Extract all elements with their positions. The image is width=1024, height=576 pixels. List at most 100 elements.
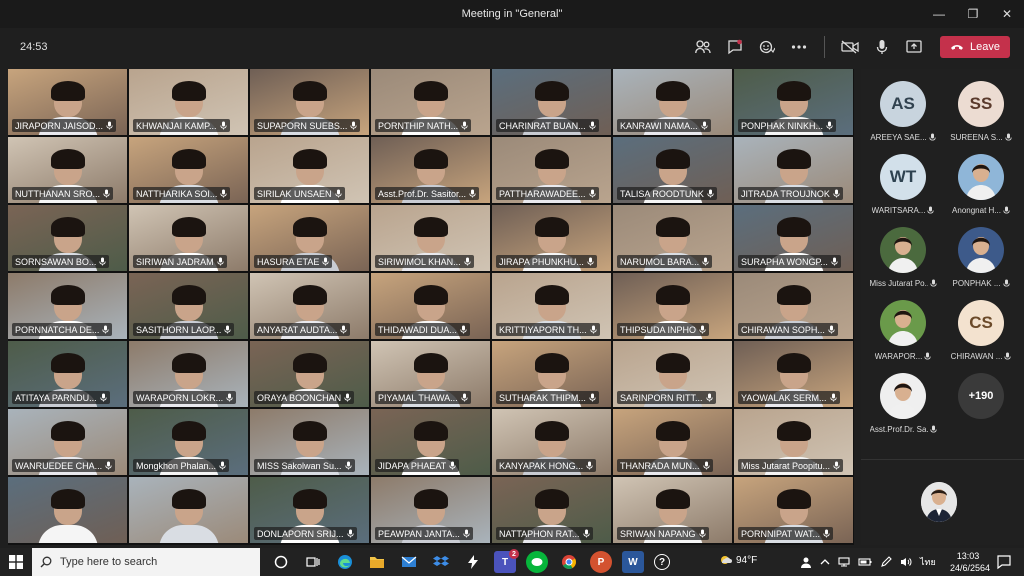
participant-tile[interactable]: KANRAWI NAMA... xyxy=(613,69,732,135)
participant-tile[interactable]: ORAYA BOONCHAN xyxy=(250,341,369,407)
camera-off-icon[interactable] xyxy=(839,36,861,58)
participant-tile[interactable]: WARAPORN LOKR... xyxy=(129,341,248,407)
participant-tile[interactable]: KHWANJAI KAMP... xyxy=(129,69,248,135)
taskbar-clock[interactable]: 13:03 24/6/2564 xyxy=(950,550,990,574)
roster-participant[interactable]: CS CHIRAWAN ... xyxy=(942,300,1020,370)
participant-tile[interactable]: DONLAPORN SRIJ... xyxy=(250,477,369,543)
participant-tile[interactable]: SIRIWAN JADRAM xyxy=(129,205,248,271)
participant-tile[interactable]: PORNNIPAT WAT... xyxy=(734,477,853,543)
roster-participant[interactable]: WT WARITSARA... xyxy=(864,154,942,224)
participant-tile[interactable]: JITRADA TROUJNOK xyxy=(734,137,853,203)
chat-icon[interactable] xyxy=(724,36,746,58)
participant-tile[interactable]: SIRIWIMOL KHAN... xyxy=(371,205,490,271)
leave-button[interactable]: Leave xyxy=(940,36,1010,58)
participants-icon[interactable] xyxy=(692,36,714,58)
participant-tile[interactable]: Asst.Prof.Dr. Sasitor... xyxy=(371,137,490,203)
task-view-icon[interactable] xyxy=(302,551,324,573)
notification-icon[interactable] xyxy=(996,554,1012,570)
self-view[interactable] xyxy=(861,459,1024,545)
participant-tile[interactable]: Mongkhon Phalan... xyxy=(129,409,248,475)
participant-tile[interactable]: THIPSUDA INPHO xyxy=(613,273,732,339)
roster-participant[interactable]: Asst.Prof.Dr. Sa... xyxy=(864,373,942,443)
file-explorer-icon[interactable] xyxy=(366,551,388,573)
participant-tile[interactable]: SUPAPORN SUEBS... xyxy=(250,69,369,135)
help-icon[interactable]: ? xyxy=(654,554,670,570)
participant-tile[interactable]: JIDAPA PHAEAT xyxy=(371,409,490,475)
participant-tile[interactable]: KANYAPAK HONG... xyxy=(492,409,611,475)
participant-tile[interactable]: CHARINRAT BUAN... xyxy=(492,69,611,135)
participant-tile[interactable]: PONPHAK NINKH... xyxy=(734,69,853,135)
participant-tile[interactable]: THANRADA MUN... xyxy=(613,409,732,475)
participant-tile[interactable]: ATITAYA PARNDU... xyxy=(8,341,127,407)
dropbox-icon[interactable] xyxy=(430,551,452,573)
teams-icon[interactable]: T2 xyxy=(494,549,519,573)
participant-tile[interactable]: JIRAPA PHUNKHU... xyxy=(492,205,611,271)
participant-tile[interactable]: MISS Sakolwan Su... xyxy=(250,409,369,475)
participant-tile[interactable]: NATTAPHON RAT... xyxy=(492,477,611,543)
participant-tile[interactable]: JIRAPORN JAISOD... xyxy=(8,69,127,135)
participant-tile[interactable]: NARUMOL BARA... xyxy=(613,205,732,271)
tray-person-icon[interactable] xyxy=(800,556,812,568)
search-icon xyxy=(40,556,52,568)
participant-tile[interactable]: PEAWPAN JANTA... xyxy=(371,477,490,543)
participant-tile[interactable]: SARINPORN RITT... xyxy=(613,341,732,407)
app-lightning-icon[interactable] xyxy=(462,551,484,573)
word-icon[interactable]: W xyxy=(622,551,644,573)
participant-tile[interactable]: PORNNATCHA DE... xyxy=(8,273,127,339)
participant-tile[interactable]: SORNSAWAN BO... xyxy=(8,205,127,271)
taskbar-search[interactable]: Type here to search xyxy=(32,548,260,576)
language-indicator[interactable]: ไทย xyxy=(920,555,936,569)
participant-tile[interactable]: WANRUEDEE CHA... xyxy=(8,409,127,475)
participant-tile[interactable]: SRIWAN NAPANG xyxy=(613,477,732,543)
roster-participant[interactable]: PONPHAK ... xyxy=(942,227,1020,297)
close-button[interactable]: ✕ xyxy=(990,0,1024,28)
participant-tile[interactable]: CHIRAWAN SOPH... xyxy=(734,273,853,339)
participant-tile[interactable]: SIRILAK UNSAEN xyxy=(250,137,369,203)
participant-tile[interactable]: Miss Jutarat Poopitu... xyxy=(734,409,853,475)
chrome-icon[interactable] xyxy=(558,551,580,573)
participant-tile[interactable] xyxy=(8,477,127,543)
roster-participant[interactable]: SS SUREENA S... xyxy=(942,81,1020,151)
weather-widget[interactable]: 94°F xyxy=(718,553,757,567)
mail-icon[interactable] xyxy=(398,551,420,573)
roster-participant[interactable]: AS AREEYA SAE... xyxy=(864,81,942,151)
battery-icon[interactable] xyxy=(858,558,872,566)
participant-tile[interactable]: SURAPHA WONGP... xyxy=(734,205,853,271)
participant-tile[interactable]: THIDAWADI DUA... xyxy=(371,273,490,339)
mic-icon xyxy=(823,529,830,538)
reactions-icon[interactable] xyxy=(756,36,778,58)
network-icon[interactable] xyxy=(838,557,850,567)
participant-tile[interactable]: NUTTHANAN SRO... xyxy=(8,137,127,203)
share-screen-icon[interactable] xyxy=(903,36,925,58)
pen-icon[interactable] xyxy=(880,556,892,568)
roster-participant[interactable]: WARAPOR... xyxy=(864,300,942,370)
participant-tile[interactable]: YAOWALAK SERM... xyxy=(734,341,853,407)
participant-hair xyxy=(51,285,85,305)
volume-icon[interactable] xyxy=(900,557,912,567)
roster-participant[interactable]: Anongnat H... xyxy=(942,154,1020,224)
participant-tile[interactable]: KRITTIYAPORN TH... xyxy=(492,273,611,339)
maximize-button[interactable]: ❐ xyxy=(956,0,990,28)
cortana-icon[interactable] xyxy=(270,551,292,573)
minimize-button[interactable]: — xyxy=(922,0,956,28)
participant-tile[interactable]: NATTHARIKA SOI... xyxy=(129,137,248,203)
roster-participant[interactable]: Miss Jutarat Po... xyxy=(864,227,942,297)
mic-icon[interactable] xyxy=(871,36,893,58)
edge-icon[interactable] xyxy=(334,551,356,573)
start-button[interactable] xyxy=(0,548,32,576)
roster-participant[interactable]: +190 xyxy=(942,373,1020,443)
participant-tile[interactable]: PORNTHIP NATH... xyxy=(371,69,490,135)
participant-tile[interactable]: TALISA ROODTUNK xyxy=(613,137,732,203)
participant-tile[interactable]: SASITHORN LAOP... xyxy=(129,273,248,339)
participant-tile[interactable]: ANYARAT AUDTA... xyxy=(250,273,369,339)
powerpoint-icon[interactable]: P xyxy=(590,551,612,573)
line-icon[interactable] xyxy=(526,551,548,573)
participant-tile[interactable] xyxy=(129,477,248,543)
participant-tile[interactable]: SUTHARAK THIPM... xyxy=(492,341,611,407)
participant-tile[interactable]: PATTHARAWADEE... xyxy=(492,137,611,203)
mic-icon xyxy=(705,393,713,402)
participant-tile[interactable]: PIYAMAL THAWA... xyxy=(371,341,490,407)
more-icon[interactable] xyxy=(788,36,810,58)
chevron-up-icon[interactable] xyxy=(820,558,830,566)
participant-tile[interactable]: HASURA ETAE xyxy=(250,205,369,271)
